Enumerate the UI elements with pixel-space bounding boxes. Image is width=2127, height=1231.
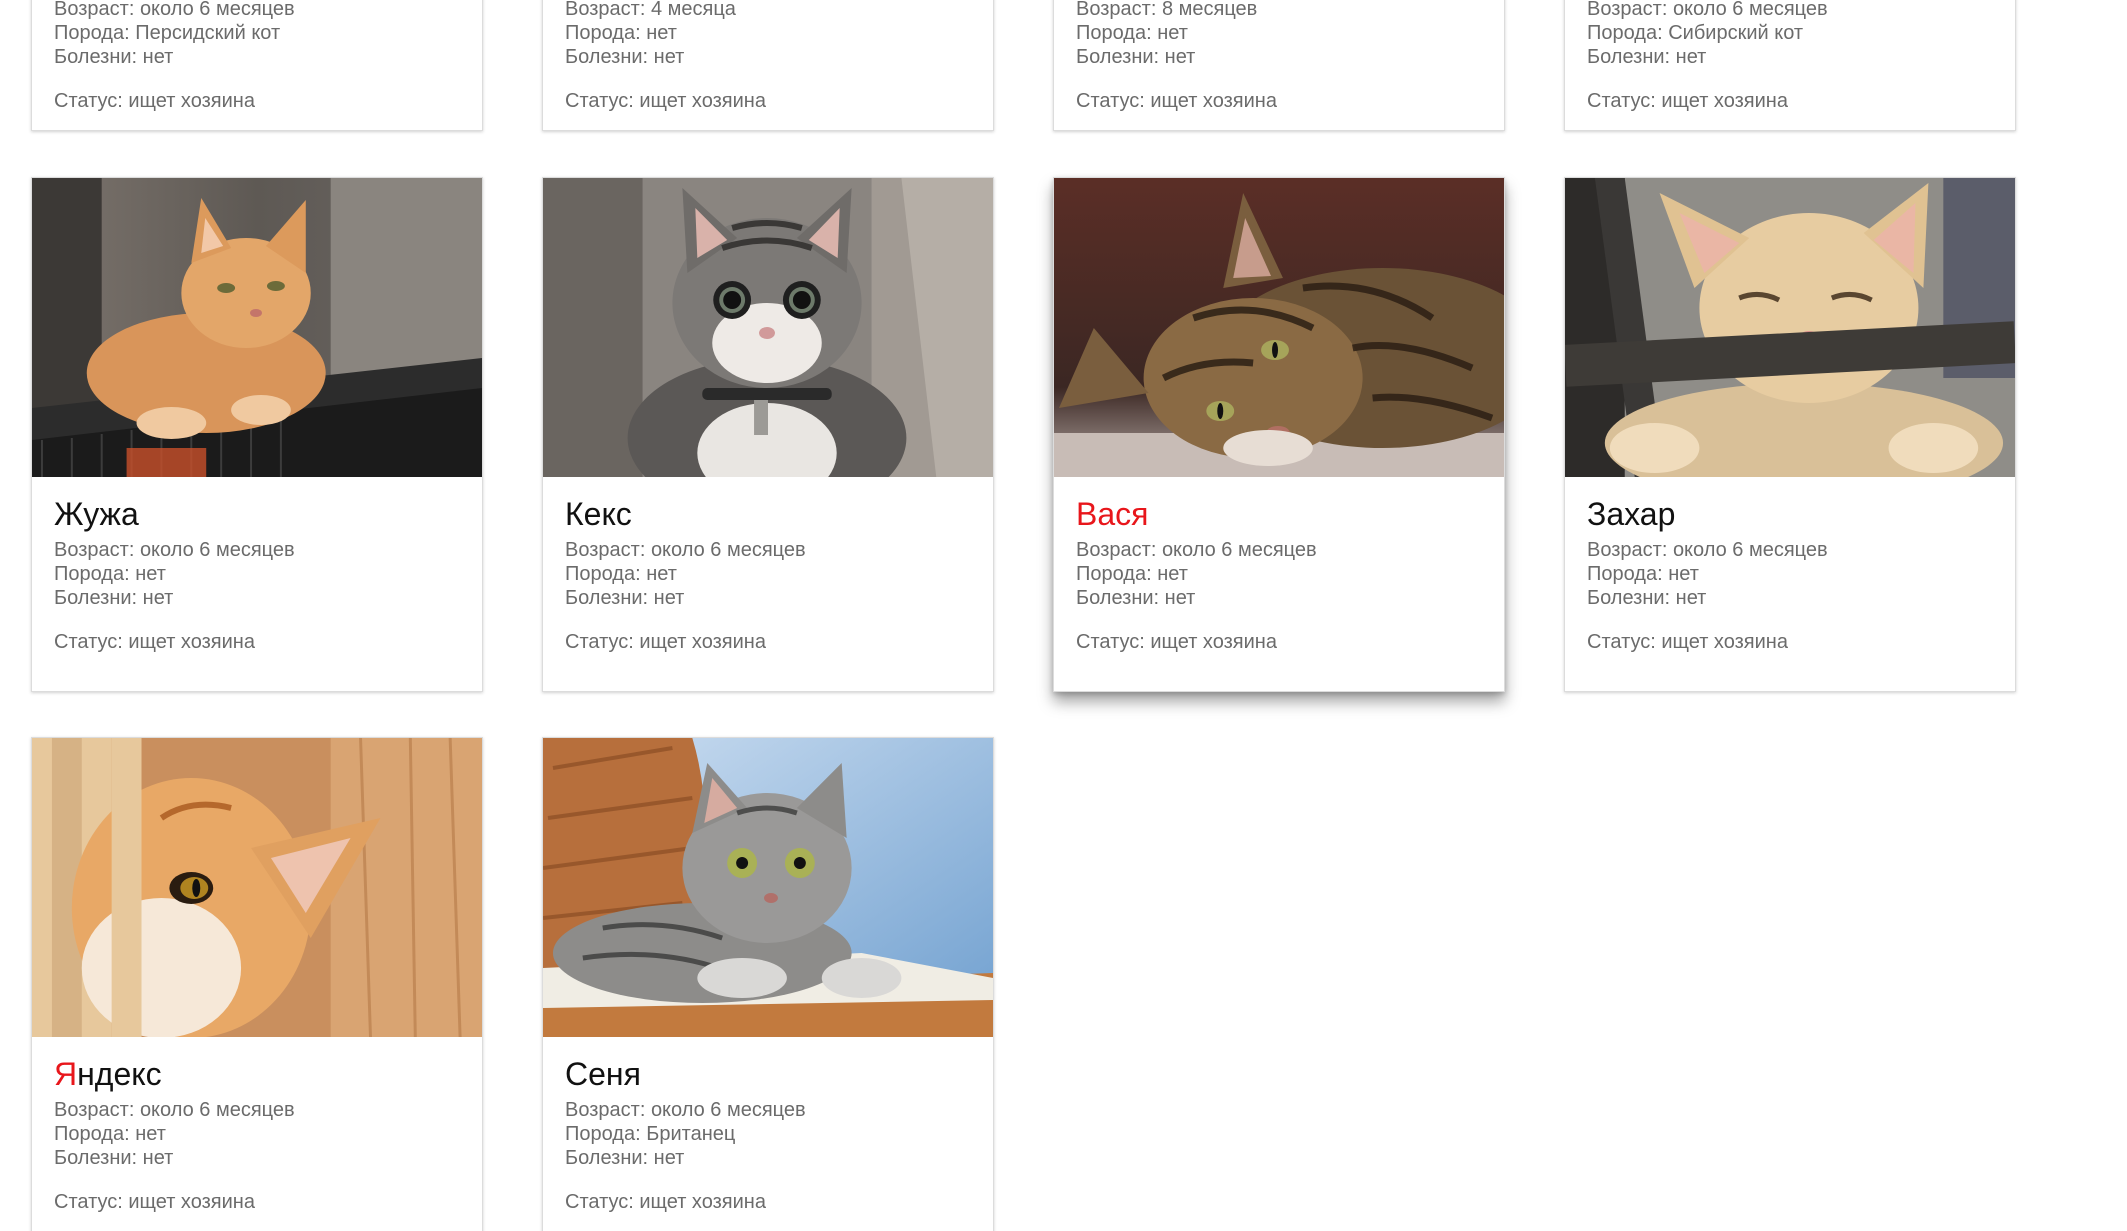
cat-card-senya[interactable]: Сеня Возраст: около 6 месяцев Порода: Бр… bbox=[542, 737, 994, 1231]
name-accent-letter: Я bbox=[54, 1056, 78, 1092]
breed-line: Порода: нет bbox=[565, 563, 677, 585]
status-line: Статус: ищет хозяина bbox=[565, 1191, 766, 1213]
cream-cat-image bbox=[1565, 178, 2015, 477]
status-line: Статус: ищет хозяина bbox=[1587, 90, 1788, 112]
age-line: Возраст: около 6 месяцев bbox=[1587, 539, 1828, 561]
cat-photo[interactable] bbox=[32, 738, 482, 1037]
breed-line: Порода: Персидский кот bbox=[54, 22, 281, 44]
silver-british-cat-image bbox=[543, 738, 993, 1037]
card-body: Сеня Возраст: около 6 месяцев Порода: Бр… bbox=[543, 1037, 993, 1214]
status-line: Статус: ищет хозяина bbox=[565, 90, 766, 112]
status-line: Статус: ищет хозяина bbox=[565, 631, 766, 653]
illness-line: Болезни: нет bbox=[565, 1147, 685, 1169]
cat-name[interactable]: Захар bbox=[1587, 494, 1993, 534]
breed-line: Порода: нет bbox=[1587, 563, 1699, 585]
illness-line: Болезни: нет bbox=[54, 1147, 174, 1169]
tabby-kitten-image bbox=[543, 178, 993, 477]
card-body: Возраст: около 6 месяцев Порода: Персидс… bbox=[32, 0, 482, 113]
cat-card-keks[interactable]: Кекс Возраст: около 6 месяцев Порода: не… bbox=[542, 177, 994, 692]
age-line: Возраст: около 6 месяцев bbox=[1076, 539, 1317, 561]
age-line: Возраст: около 6 месяцев bbox=[565, 1099, 806, 1121]
breed-line: Порода: нет bbox=[54, 1123, 166, 1145]
cat-card[interactable]: Возраст: 8 месяцев Порода: нет Болезни: … bbox=[1053, 0, 1505, 131]
illness-line: Болезни: нет bbox=[565, 587, 685, 609]
illness-line: Болезни: нет bbox=[1587, 587, 1707, 609]
cat-photo[interactable] bbox=[543, 178, 993, 477]
status-line: Статус: ищет хозяина bbox=[1587, 631, 1788, 653]
age-line: Возраст: около 6 месяцев bbox=[54, 539, 295, 561]
status-line: Статус: ищет хозяина bbox=[54, 631, 255, 653]
status-line: Статус: ищет хозяина bbox=[54, 1191, 255, 1213]
ginger-peeking-cat-image bbox=[32, 738, 482, 1037]
cat-name[interactable]: Жужа bbox=[54, 494, 460, 534]
breed-line: Порода: Сибирский кот bbox=[1587, 22, 1804, 44]
card-body: Жужа Возраст: около 6 месяцев Порода: не… bbox=[32, 477, 482, 654]
cat-photo[interactable] bbox=[32, 178, 482, 477]
cat-photo[interactable] bbox=[543, 738, 993, 1037]
breed-line: Порода: нет bbox=[1076, 22, 1188, 44]
card-body: Вася Возраст: около 6 месяцев Порода: не… bbox=[1054, 477, 1504, 654]
age-line: Возраст: около 6 месяцев bbox=[565, 539, 806, 561]
illness-line: Болезни: нет bbox=[565, 46, 685, 68]
age-line: Возраст: около 6 месяцев bbox=[54, 0, 295, 20]
cat-name[interactable]: Яндекс bbox=[54, 1054, 460, 1094]
status-line: Статус: ищет хозяина bbox=[1076, 90, 1277, 112]
card-body: Возраст: 8 месяцев Порода: нет Болезни: … bbox=[1054, 0, 1504, 113]
age-line: Возраст: 4 месяца bbox=[565, 0, 736, 20]
card-body: Возраст: около 6 месяцев Порода: Сибирск… bbox=[1565, 0, 2015, 113]
card-body: Возраст: 4 месяца Порода: нет Болезни: н… bbox=[543, 0, 993, 113]
illness-line: Болезни: нет bbox=[1587, 46, 1707, 68]
brown-tabby-image bbox=[1054, 178, 1504, 477]
card-body: Захар Возраст: около 6 месяцев Порода: н… bbox=[1565, 477, 2015, 654]
cat-name[interactable]: Сеня bbox=[565, 1054, 971, 1094]
cat-card-zakhar[interactable]: Захар Возраст: около 6 месяцев Порода: н… bbox=[1564, 177, 2016, 692]
cat-photo[interactable] bbox=[1565, 178, 2015, 477]
age-line: Возраст: 8 месяцев bbox=[1076, 0, 1258, 20]
illness-line: Болезни: нет bbox=[1076, 587, 1196, 609]
card-body: Яндекс Возраст: около 6 месяцев Порода: … bbox=[32, 1037, 482, 1214]
illness-line: Болезни: нет bbox=[1076, 46, 1196, 68]
cat-catalog-page: Возраст: около 6 месяцев Порода: Персидс… bbox=[0, 0, 2127, 1231]
cat-photo[interactable] bbox=[1054, 178, 1504, 477]
breed-line: Порода: нет bbox=[54, 563, 166, 585]
age-line: Возраст: около 6 месяцев bbox=[54, 1099, 295, 1121]
illness-line: Болезни: нет bbox=[54, 587, 174, 609]
age-line: Возраст: около 6 месяцев bbox=[1587, 0, 1828, 20]
cat-name[interactable]: Кекс bbox=[565, 494, 971, 534]
cat-card-zhuzha[interactable]: Жужа Возраст: около 6 месяцев Порода: не… bbox=[31, 177, 483, 692]
breed-line: Порода: нет bbox=[1076, 563, 1188, 585]
breed-line: Порода: Британец bbox=[565, 1123, 736, 1145]
cat-card-vasya[interactable]: Вася Возраст: около 6 месяцев Порода: не… bbox=[1053, 177, 1505, 692]
status-line: Статус: ищет хозяина bbox=[1076, 631, 1277, 653]
card-body: Кекс Возраст: около 6 месяцев Порода: не… bbox=[543, 477, 993, 654]
cat-card-yandex[interactable]: Яндекс Возраст: около 6 месяцев Порода: … bbox=[31, 737, 483, 1231]
cat-card[interactable]: Возраст: около 6 месяцев Порода: Сибирск… bbox=[1564, 0, 2016, 131]
ginger-cat-image bbox=[32, 178, 482, 477]
cat-card[interactable]: Возраст: 4 месяца Порода: нет Болезни: н… bbox=[542, 0, 994, 131]
cat-name[interactable]: Вася bbox=[1076, 494, 1482, 534]
illness-line: Болезни: нет bbox=[54, 46, 174, 68]
breed-line: Порода: нет bbox=[565, 22, 677, 44]
cat-card[interactable]: Возраст: около 6 месяцев Порода: Персидс… bbox=[31, 0, 483, 131]
status-line: Статус: ищет хозяина bbox=[54, 90, 255, 112]
